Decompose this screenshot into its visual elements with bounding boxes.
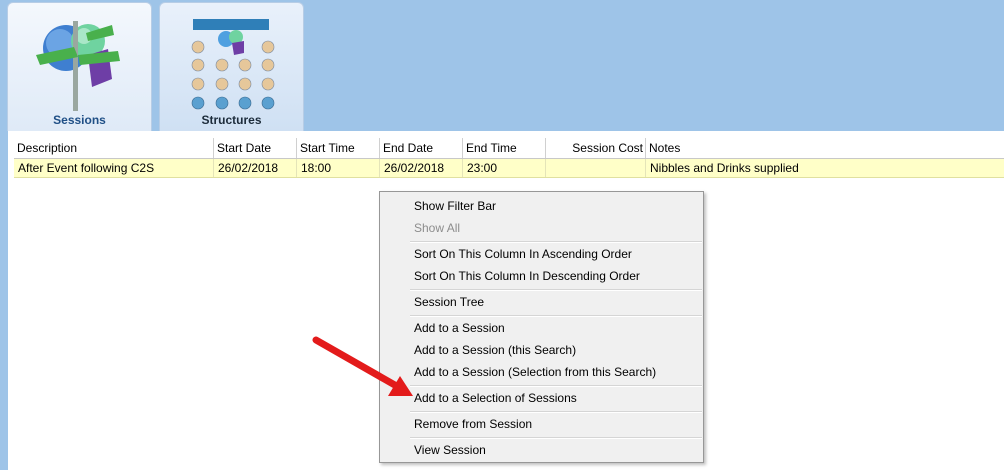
cell-notes: Nibbles and Drinks supplied xyxy=(650,161,799,175)
column-header-end-time[interactable]: End Time xyxy=(463,138,546,158)
column-header-session-cost[interactable]: Session Cost xyxy=(546,138,646,158)
seating-structure-icon xyxy=(191,19,275,110)
menu-item-add-to-session-selection[interactable]: Add to a Session (Selection from this Se… xyxy=(414,361,656,383)
cell-session-cost xyxy=(546,159,646,177)
menu-item-add-to-selection-of-sessions[interactable]: Add to a Selection of Sessions xyxy=(414,387,577,409)
menu-item-sort-descending[interactable]: Sort On This Column In Descending Order xyxy=(414,265,640,287)
column-header-start-time[interactable]: Start Time xyxy=(297,138,380,158)
cell-end-time: 23:00 xyxy=(463,159,546,177)
menu-item-remove-from-session[interactable]: Remove from Session xyxy=(414,413,532,435)
column-header-description[interactable]: Description xyxy=(14,138,214,158)
menu-item-sort-ascending[interactable]: Sort On This Column In Ascending Order xyxy=(414,243,632,265)
tab-sessions-label: Sessions xyxy=(53,113,106,127)
cell-end-date: 26/02/2018 xyxy=(380,159,463,177)
menu-item-add-to-session[interactable]: Add to a Session xyxy=(414,317,505,339)
menu-item-show-all[interactable]: Show All xyxy=(414,217,460,239)
menu-item-show-filter-bar[interactable]: Show Filter Bar xyxy=(414,195,496,217)
tab-sessions[interactable]: Sessions xyxy=(7,2,152,131)
column-header-notes[interactable]: Notes xyxy=(646,138,1004,158)
table-row[interactable]: After Event following C2S 26/02/2018 18:… xyxy=(14,159,1004,178)
context-menu: Show Filter Bar Show All Sort On This Co… xyxy=(379,191,704,463)
cell-start-date: 26/02/2018 xyxy=(214,159,297,177)
cell-description: After Event following C2S xyxy=(14,159,214,177)
grid-header: Description Start Date Start Time End Da… xyxy=(14,138,1004,159)
left-edge-panel xyxy=(0,131,8,470)
menu-item-session-tree[interactable]: Session Tree xyxy=(414,291,484,313)
column-header-end-date[interactable]: End Date xyxy=(380,138,463,158)
red-arrow-icon xyxy=(312,336,413,396)
signpost-globe-icon xyxy=(36,21,120,111)
menu-item-add-to-session-this-search[interactable]: Add to a Session (this Search) xyxy=(414,339,576,361)
cell-start-time: 18:00 xyxy=(297,159,380,177)
column-header-start-date[interactable]: Start Date xyxy=(214,138,297,158)
tab-structures[interactable]: Structures xyxy=(159,2,304,131)
tab-structures-label: Structures xyxy=(201,113,262,127)
menu-item-view-session[interactable]: View Session xyxy=(414,439,486,461)
